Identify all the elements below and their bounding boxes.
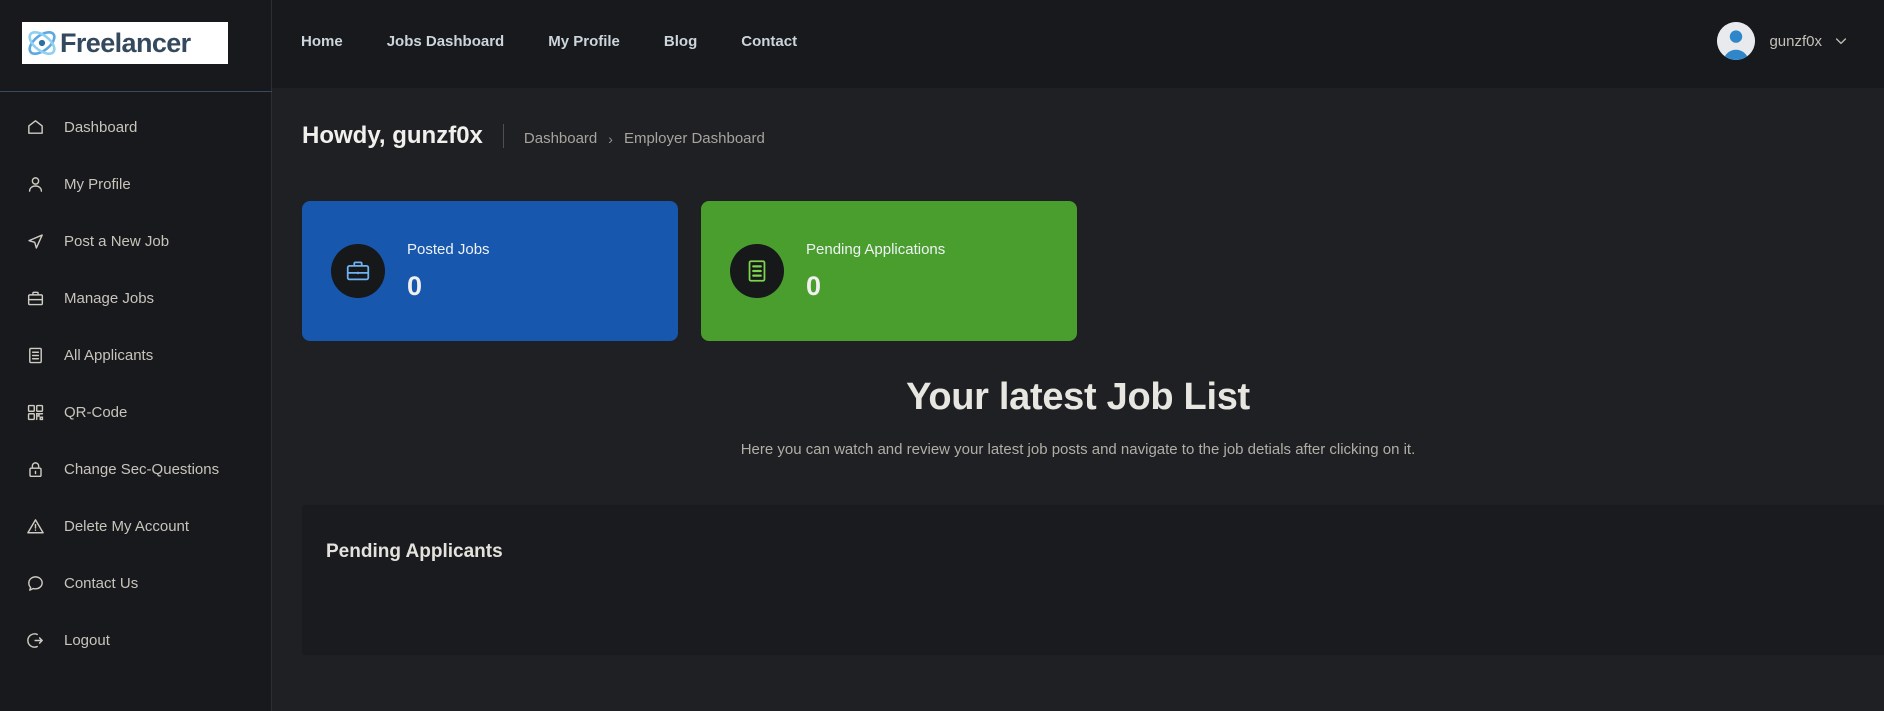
sidebar-item-dashboard[interactable]: Dashboard: [0, 112, 272, 142]
sidebar-nav: Dashboard My Profile Post a New Job Mana…: [0, 112, 272, 682]
document-list-icon: [730, 244, 784, 298]
brand-logo[interactable]: Freelancer: [22, 22, 228, 64]
stat-card-title: Posted Jobs: [407, 241, 490, 258]
sidebar-item-qr-code[interactable]: QR-Code: [0, 397, 272, 427]
lock-icon: [25, 459, 45, 479]
sidebar-item-label: Change Sec-Questions: [64, 460, 220, 478]
main-content: Howdy, gunzf0x Dashboard › Employer Dash…: [272, 88, 1884, 711]
stat-cards: Posted Jobs 0 Pending Applications 0: [302, 201, 1077, 341]
page-header: Howdy, gunzf0x Dashboard › Employer Dash…: [302, 124, 765, 148]
sidebar-item-label: Dashboard: [64, 118, 138, 136]
sidebar: Freelancer Dashboard My Profile Post a N…: [0, 0, 272, 711]
sidebar-item-label: My Profile: [64, 175, 131, 193]
top-header: Home Jobs Dashboard My Profile Blog Cont…: [272, 0, 1884, 88]
page-title: Howdy, gunzf0x: [302, 122, 483, 149]
stat-card-title: Pending Applications: [806, 241, 946, 258]
sidebar-item-manage-jobs[interactable]: Manage Jobs: [0, 283, 272, 313]
sidebar-item-label: Logout: [64, 631, 110, 649]
sidebar-item-delete-my-account[interactable]: Delete My Account: [0, 511, 272, 541]
nav-contact[interactable]: Contact: [741, 33, 797, 50]
user-menu[interactable]: gunzf0x: [1717, 22, 1848, 60]
send-icon: [25, 231, 45, 251]
sidebar-item-contact-us[interactable]: Contact Us: [0, 568, 272, 598]
latest-job-list-section: Your latest Job List Here you can watch …: [272, 378, 1884, 457]
nav-jobs-dashboard[interactable]: Jobs Dashboard: [387, 33, 505, 50]
sidebar-item-label: All Applicants: [64, 346, 154, 364]
breadcrumb-separator-icon: ›: [608, 130, 613, 147]
document-list-icon: [25, 345, 45, 365]
brand-logo-text: Freelancer: [60, 27, 191, 58]
nav-blog[interactable]: Blog: [664, 33, 697, 50]
stat-card-value: 0: [806, 271, 822, 301]
chat-bubble-icon: [25, 573, 45, 593]
stat-card-value: 0: [407, 271, 423, 301]
sidebar-item-my-profile[interactable]: My Profile: [0, 169, 272, 199]
sidebar-item-logout[interactable]: Logout: [0, 625, 272, 655]
sidebar-item-change-sec-questions[interactable]: Change Sec-Questions: [0, 454, 272, 484]
sidebar-item-label: Post a New Job: [64, 232, 170, 250]
chevron-down-icon[interactable]: [1834, 34, 1848, 48]
pending-applicants-title: Pending Applicants: [326, 541, 503, 562]
stat-card-posted-jobs[interactable]: Posted Jobs 0: [302, 201, 678, 341]
briefcase-icon: [331, 244, 385, 298]
stat-card-pending-applications[interactable]: Pending Applications 0: [701, 201, 1077, 341]
sidebar-item-label: Contact Us: [64, 574, 139, 592]
stat-card-body: Posted Jobs 0: [407, 242, 490, 300]
header-divider: [502, 124, 504, 148]
qr-code-icon: [25, 402, 45, 422]
briefcase-icon: [25, 288, 45, 308]
pending-applicants-panel: Pending Applicants: [302, 505, 1884, 655]
top-navigation: Home Jobs Dashboard My Profile Blog Cont…: [301, 33, 841, 50]
sidebar-divider: [0, 91, 272, 92]
sidebar-item-post-a-new-job[interactable]: Post a New Job: [0, 226, 272, 256]
warning-triangle-icon: [25, 516, 45, 536]
latest-job-list-subtitle: Here you can watch and review your lates…: [740, 441, 1416, 458]
avatar: [1717, 22, 1756, 60]
atom-icon: [25, 26, 59, 60]
home-icon: [25, 117, 45, 137]
nav-home[interactable]: Home: [301, 33, 343, 50]
breadcrumb-current: Employer Dashboard: [623, 130, 765, 147]
breadcrumb-dashboard[interactable]: Dashboard: [524, 131, 597, 146]
user-name: gunzf0x: [1769, 32, 1822, 50]
nav-my-profile[interactable]: My Profile: [548, 33, 620, 50]
breadcrumb: Dashboard › Employer Dashboard: [524, 131, 765, 146]
sidebar-item-label: Manage Jobs: [64, 289, 155, 307]
employer-dashboard-page: Freelancer Dashboard My Profile Post a N…: [0, 0, 1884, 711]
sidebar-item-label: Delete My Account: [64, 517, 190, 535]
sidebar-item-all-applicants[interactable]: All Applicants: [0, 340, 272, 370]
stat-card-body: Pending Applications 0: [806, 242, 945, 300]
sidebar-item-label: QR-Code: [64, 403, 128, 421]
logout-icon: [25, 630, 45, 650]
latest-job-list-title: Your latest Job List: [906, 376, 1250, 418]
user-icon: [25, 174, 45, 194]
